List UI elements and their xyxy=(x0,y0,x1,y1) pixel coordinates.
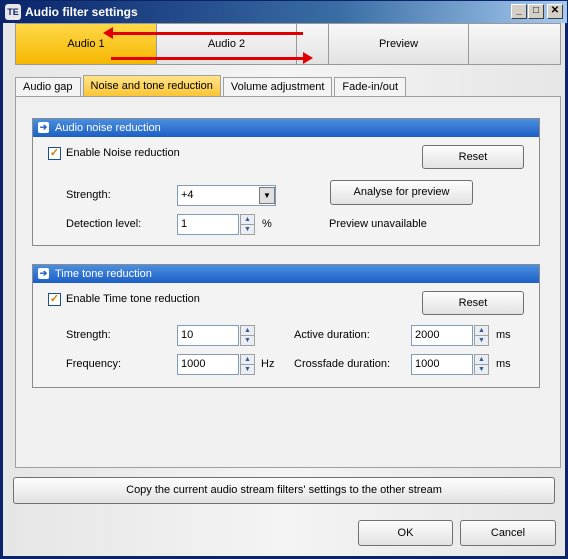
spin-up-icon[interactable]: ▲ xyxy=(241,355,254,365)
enable-tone-label: Enable Time tone reduction xyxy=(66,293,200,305)
crossfade-duration-unit: ms xyxy=(496,358,511,370)
spin-up-icon[interactable]: ▲ xyxy=(241,215,254,225)
crossfade-duration-spinner[interactable]: ▲ ▼ xyxy=(474,354,489,375)
enable-noise-checkbox[interactable]: ✓ xyxy=(48,147,61,160)
preview-status: Preview unavailable xyxy=(329,218,427,230)
ok-button[interactable]: OK xyxy=(358,520,453,546)
detection-unit: % xyxy=(262,218,272,230)
spin-down-icon[interactable]: ▼ xyxy=(475,336,488,346)
spin-up-icon[interactable]: ▲ xyxy=(475,355,488,365)
spin-up-icon[interactable]: ▲ xyxy=(475,326,488,336)
collapse-arrow-icon[interactable]: ➔ xyxy=(38,122,49,133)
noise-strength-label: Strength: xyxy=(66,189,111,201)
annotation-arrow-right-icon xyxy=(111,52,313,64)
app-logo-icon: TE xyxy=(5,4,21,20)
tab-preview[interactable]: Preview xyxy=(329,24,469,64)
enable-noise-label: Enable Noise reduction xyxy=(66,147,180,159)
tone-strength-spinner[interactable]: ▲ ▼ xyxy=(240,325,255,346)
noise-strength-value: +4 xyxy=(181,189,194,201)
tone-reset-button[interactable]: Reset xyxy=(422,291,524,315)
detection-level-spinner[interactable]: ▲ ▼ xyxy=(240,214,255,235)
spin-down-icon[interactable]: ▼ xyxy=(241,365,254,375)
audio-filter-settings-window: TE Audio filter settings _ □ ✕ Audio 1 A… xyxy=(0,0,568,559)
active-duration-spinner[interactable]: ▲ ▼ xyxy=(474,325,489,346)
analyse-preview-button[interactable]: Analyse for preview xyxy=(330,180,473,205)
frequency-spinner[interactable]: ▲ ▼ xyxy=(240,354,255,375)
cancel-button[interactable]: Cancel xyxy=(460,520,556,546)
active-duration-unit: ms xyxy=(496,329,511,341)
collapse-arrow-icon[interactable]: ➔ xyxy=(38,268,49,279)
chevron-down-icon[interactable]: ▼ xyxy=(259,187,275,204)
noise-reset-button[interactable]: Reset xyxy=(422,145,524,169)
crossfade-duration-label: Crossfade duration: xyxy=(294,358,390,370)
noise-reduction-group: ➔ Audio noise reduction ✓ Enable Noise r… xyxy=(32,118,540,246)
tone-reduction-header: ➔ Time tone reduction xyxy=(33,265,539,283)
tab-blank-2[interactable] xyxy=(469,24,560,64)
settings-tab-strip: Audio gap Noise and tone reduction Volum… xyxy=(15,75,408,97)
active-duration-input[interactable]: 2000 xyxy=(411,325,473,346)
window-title: Audio filter settings xyxy=(25,5,138,19)
tab-audio-2-label: Audio 2 xyxy=(207,38,246,50)
detection-level-label: Detection level: xyxy=(66,218,142,230)
noise-reduction-title: Audio noise reduction xyxy=(55,122,161,134)
tab-preview-label: Preview xyxy=(378,38,419,50)
spin-down-icon[interactable]: ▼ xyxy=(241,336,254,346)
tone-strength-input[interactable]: 10 xyxy=(177,325,239,346)
enable-tone-checkbox[interactable]: ✓ xyxy=(48,293,61,306)
frequency-input[interactable]: 1000 xyxy=(177,354,239,375)
tone-reduction-group: ➔ Time tone reduction ✓ Enable Time tone… xyxy=(32,264,540,388)
tab-noise-tone-reduction[interactable]: Noise and tone reduction xyxy=(82,75,221,97)
tab-audio-1-label: Audio 1 xyxy=(67,38,105,50)
detection-level-input[interactable]: 1 xyxy=(177,214,239,235)
spin-down-icon[interactable]: ▼ xyxy=(241,225,254,235)
spin-up-icon[interactable]: ▲ xyxy=(241,326,254,336)
tone-strength-label: Strength: xyxy=(66,329,111,341)
copy-settings-button[interactable]: Copy the current audio stream filters' s… xyxy=(13,477,555,504)
tab-audio-gap[interactable]: Audio gap xyxy=(15,77,81,97)
dialog-client-area: Audio 1 Audio 2 Preview Audio gap Noise … xyxy=(3,23,565,556)
annotation-arrow-left-icon xyxy=(103,27,303,39)
spin-down-icon[interactable]: ▼ xyxy=(475,365,488,375)
tab-fade-in-out[interactable]: Fade-in/out xyxy=(334,77,407,97)
title-bar[interactable]: TE Audio filter settings _ □ ✕ xyxy=(1,1,567,23)
minimize-button[interactable]: _ xyxy=(511,4,527,19)
active-duration-label: Active duration: xyxy=(294,329,370,341)
tab-volume-adjustment[interactable]: Volume adjustment xyxy=(222,77,333,97)
tone-reduction-title: Time tone reduction xyxy=(55,268,152,280)
frequency-unit: Hz xyxy=(261,358,275,370)
close-button[interactable]: ✕ xyxy=(547,4,563,19)
frequency-label: Frequency: xyxy=(66,358,122,370)
noise-tone-panel: ➔ Audio noise reduction ✓ Enable Noise r… xyxy=(15,96,561,468)
noise-reduction-header: ➔ Audio noise reduction xyxy=(33,119,539,137)
crossfade-duration-input[interactable]: 1000 xyxy=(411,354,473,375)
maximize-button[interactable]: □ xyxy=(528,4,544,19)
